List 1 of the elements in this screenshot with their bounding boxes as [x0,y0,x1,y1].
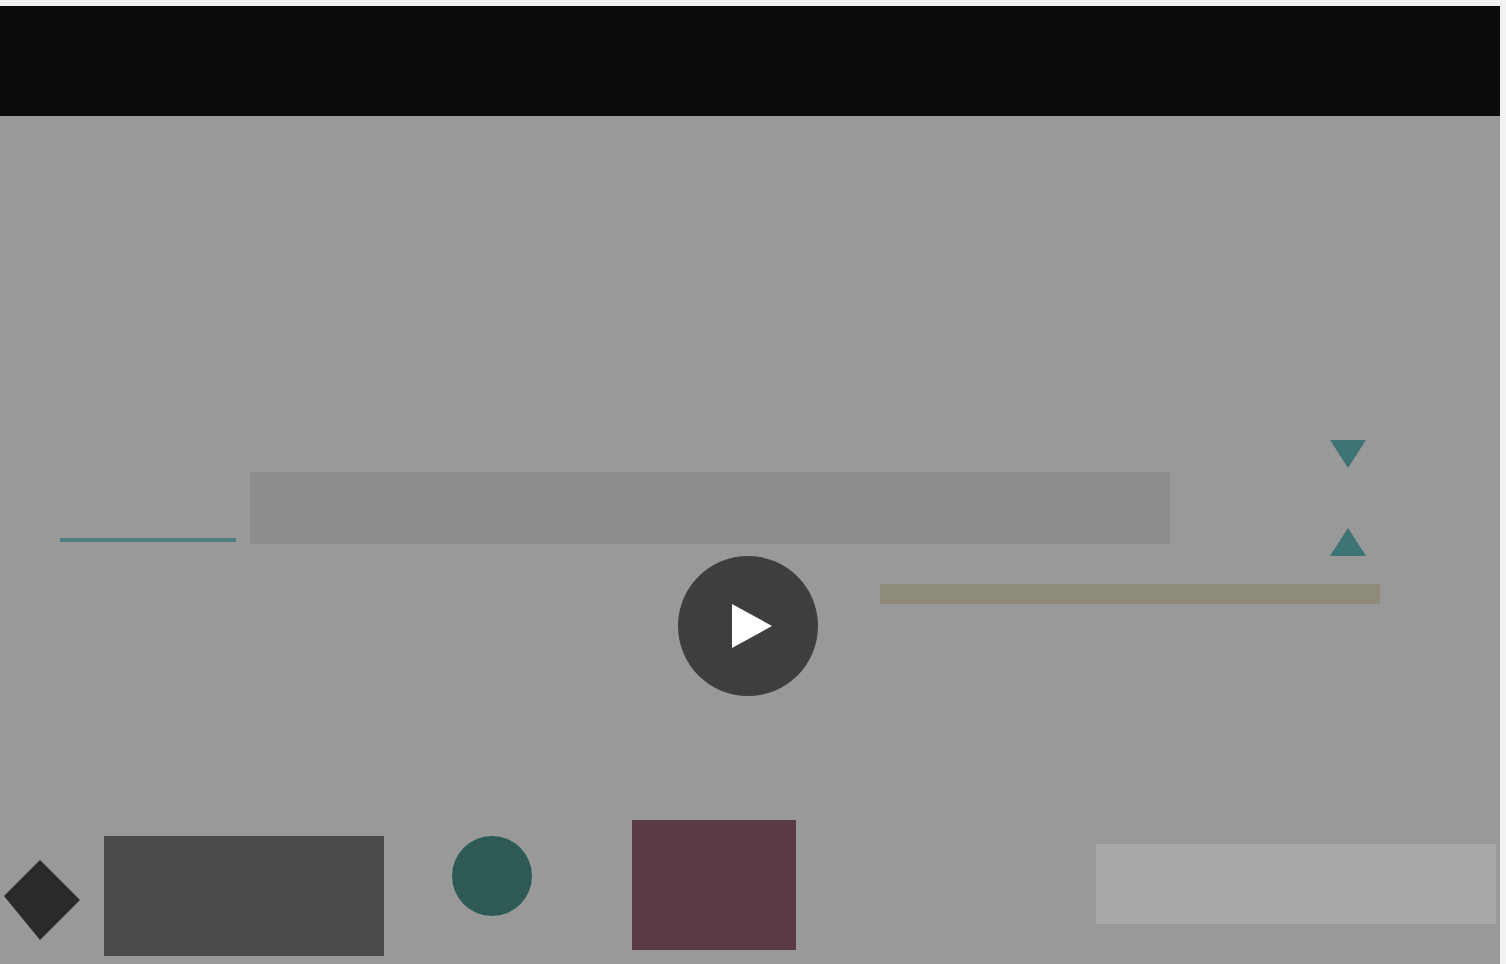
play-icon [732,604,772,648]
